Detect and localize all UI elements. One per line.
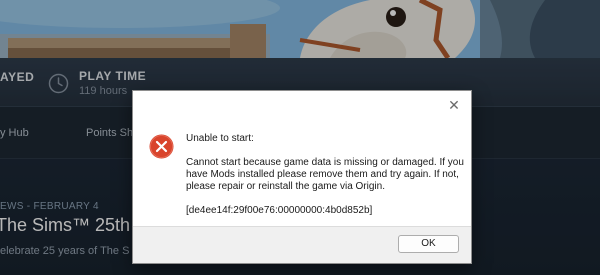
error-code: [de4ee14f:29f00e76:00000000:4b0d852b] (186, 205, 373, 216)
error-icon (149, 134, 174, 159)
dialog-footer: OK (133, 226, 471, 263)
close-icon[interactable]: ✕ (445, 96, 463, 114)
dialog-content: Unable to start: Cannot start because ga… (186, 133, 466, 217)
ok-button[interactable]: OK (398, 235, 459, 253)
error-dialog: ✕ Unable to start: Cannot start because … (132, 90, 472, 264)
dialog-message: Cannot start because game data is missin… (186, 157, 464, 192)
dialog-heading: Unable to start: (186, 133, 254, 144)
